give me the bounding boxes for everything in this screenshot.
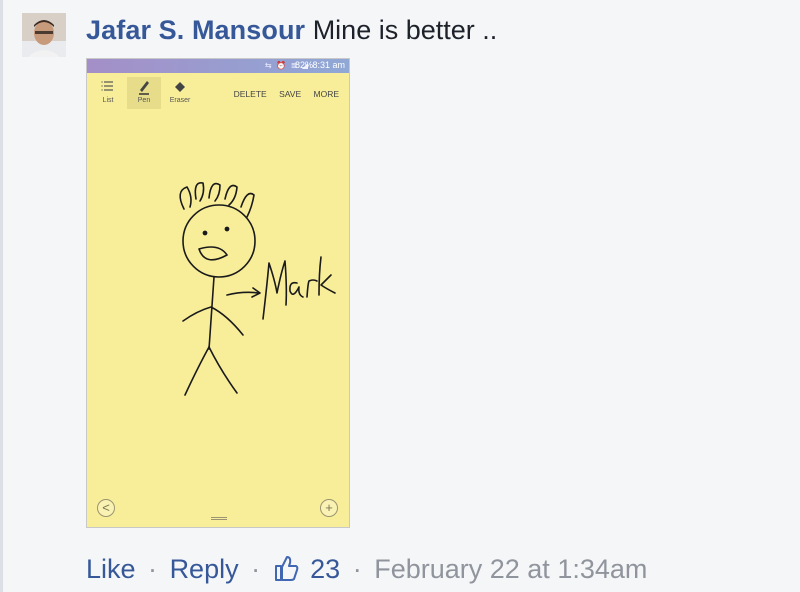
stick-figure-drawing xyxy=(179,182,336,396)
separator-dot: · xyxy=(251,554,261,584)
reply-button[interactable]: Reply xyxy=(170,554,239,584)
comment-timestamp[interactable]: February 22 at 1:34am xyxy=(374,554,647,584)
comment-actions: Like · Reply · 23 · February 22 at 1:34a… xyxy=(86,552,647,586)
thumbs-up-icon[interactable] xyxy=(273,554,299,582)
author-name[interactable]: Jafar S. Mansour xyxy=(86,15,305,45)
comment-attachment-image[interactable]: ⇆ ⏰ ≣ ◢ 82% 8:31 am List Pen Eraser DELE… xyxy=(86,58,350,528)
separator-dot: · xyxy=(352,554,362,584)
separator-dot: · xyxy=(148,554,158,584)
avatar[interactable] xyxy=(22,13,66,57)
drag-handle xyxy=(211,517,227,520)
thread-rule xyxy=(0,0,3,592)
comment-header: Jafar S. Mansour Mine is better .. xyxy=(86,12,497,48)
add-icon: + xyxy=(320,499,338,517)
share-icon: < xyxy=(97,499,115,517)
like-button[interactable]: Like xyxy=(86,554,136,584)
like-count[interactable]: 23 xyxy=(310,554,340,584)
comment-text: Mine is better .. xyxy=(312,15,498,45)
